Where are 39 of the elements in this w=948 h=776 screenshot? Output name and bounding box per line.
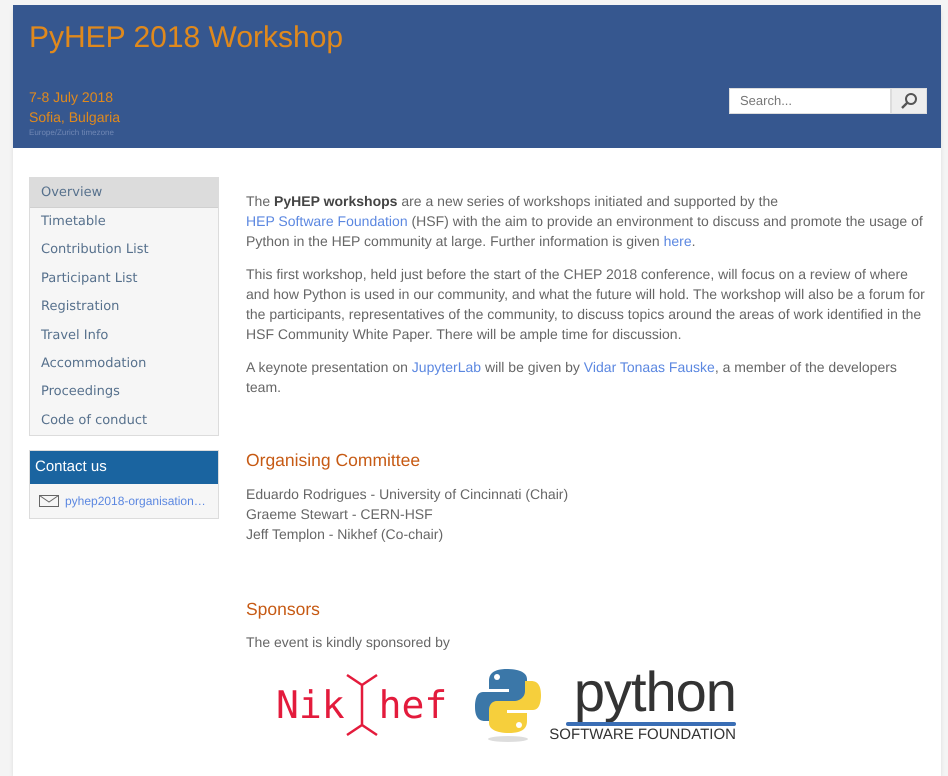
text-link[interactable]: JupyterLab	[412, 359, 482, 375]
committee-member: Eduardo Rodrigues - University of Cincinnati (Chair)	[246, 485, 570, 504]
envelope-icon	[39, 494, 59, 507]
contact-heading: Contact us	[30, 451, 218, 484]
search-field[interactable]: Search...	[729, 88, 891, 114]
sidebar-item[interactable]: Accommodation	[30, 350, 218, 378]
sponsor-logo[interactable]: python SOFTWARE FOUNDATION	[475, 666, 736, 744]
paragraph: The PyHEP workshops are a new series of workshops initiated and supported by the HEP Software Foundation (HSF) with the aim to provide an environment to discuss and promote the usage of Python in the HEP community at large. Further information is given here.	[246, 192, 924, 251]
text-link[interactable]: HEP Software Foundation	[246, 213, 408, 229]
search-button[interactable]	[891, 88, 927, 114]
committee-member: Jeff Templon - Nikhef (Co-chair)	[246, 525, 444, 544]
event-dates: 7-8 July 2018	[29, 88, 114, 106]
beam-icon	[344, 673, 379, 737]
event-title: PyHEP 2018 Workshop	[29, 20, 344, 56]
logo-text: hef	[378, 682, 448, 729]
text-link[interactable]: here	[664, 233, 692, 249]
sidebar-item[interactable]: Contribution List	[30, 236, 218, 265]
text-link[interactable]: Vidar Tonaas Fauske	[584, 359, 715, 375]
sponsor-logo[interactable]: Nik hef	[276, 673, 448, 737]
event-location: Sofia, Bulgaria	[29, 108, 120, 126]
search-icon	[900, 92, 918, 110]
sidebar-item[interactable]: Overview	[30, 178, 218, 208]
timezone-label: Europe/Zurich timezone	[29, 126, 114, 138]
sidebar-item[interactable]: Proceedings	[30, 378, 218, 407]
paragraph: This first workshop, held just before the start of the CHEP 2018 conference, will focus on a review of where and how Python is used in our community, and what the future will hold. The workshop will also be a forum for the participants, representatives of the community, to discuss topics around the areas of work identified in the HSF Community White Paper. There will be ample time for discussion.	[246, 265, 926, 344]
sidebar-item[interactable]: Travel Info	[30, 322, 218, 350]
section-heading: Sponsors	[246, 599, 321, 619]
logo-text: Nik	[276, 682, 345, 729]
sidebar-item[interactable]: Code of conduct	[30, 406, 218, 436]
section-heading: Organising Committee	[246, 450, 422, 470]
paragraph: A keynote presentation on JupyterLab will be given by Vidar Tonaas Fauske, a member of the developers team.	[246, 358, 898, 397]
logo-subtitle: SOFTWARE FOUNDATION	[549, 726, 736, 744]
committee-member: Graeme Stewart - CERN-HSF	[246, 505, 434, 524]
sponsors-text: The event is kindly sponsored by	[246, 633, 451, 652]
email-link[interactable]: pyhep2018-organisation…	[65, 492, 206, 510]
sidebar-item[interactable]: Timetable	[30, 208, 218, 236]
snake-logo-icon	[475, 667, 542, 743]
sidebar-item[interactable]: Registration	[30, 293, 218, 322]
sidebar-item[interactable]: Participant List	[30, 264, 218, 294]
